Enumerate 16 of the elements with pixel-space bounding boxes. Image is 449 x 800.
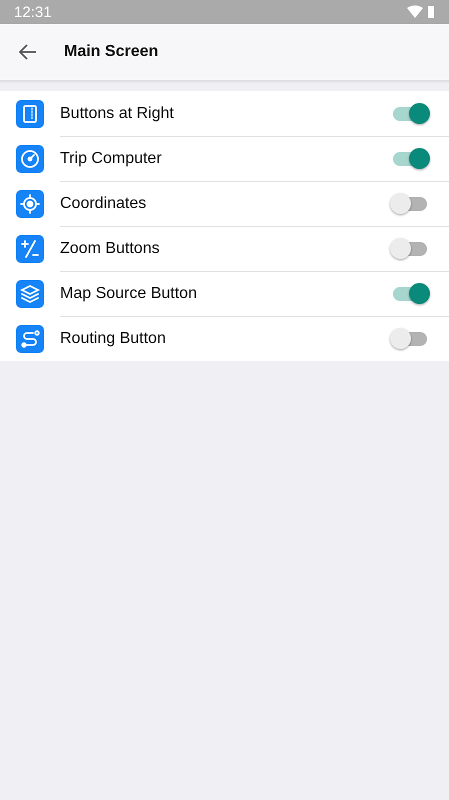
setting-label: Map Source Button: [60, 285, 197, 303]
target-icon: [16, 190, 44, 218]
setting-label: Routing Button: [60, 330, 166, 348]
clock: 12:31: [14, 4, 52, 20]
route-icon: [16, 324, 44, 352]
gauge-icon: [16, 144, 44, 172]
setting-label: Coordinates: [60, 195, 146, 213]
side-panel-icon: [16, 100, 44, 128]
back-icon[interactable]: [19, 44, 37, 60]
setting-label: Buttons at Right: [60, 104, 174, 122]
layers-icon: [16, 280, 44, 308]
setting-label: Trip Computer: [60, 150, 162, 168]
plus-minus-icon: [16, 234, 44, 262]
wifi-battery-icon: [407, 5, 435, 19]
setting-label: Zoom Buttons: [60, 240, 160, 258]
screen-title: Main Screen: [64, 43, 158, 61]
